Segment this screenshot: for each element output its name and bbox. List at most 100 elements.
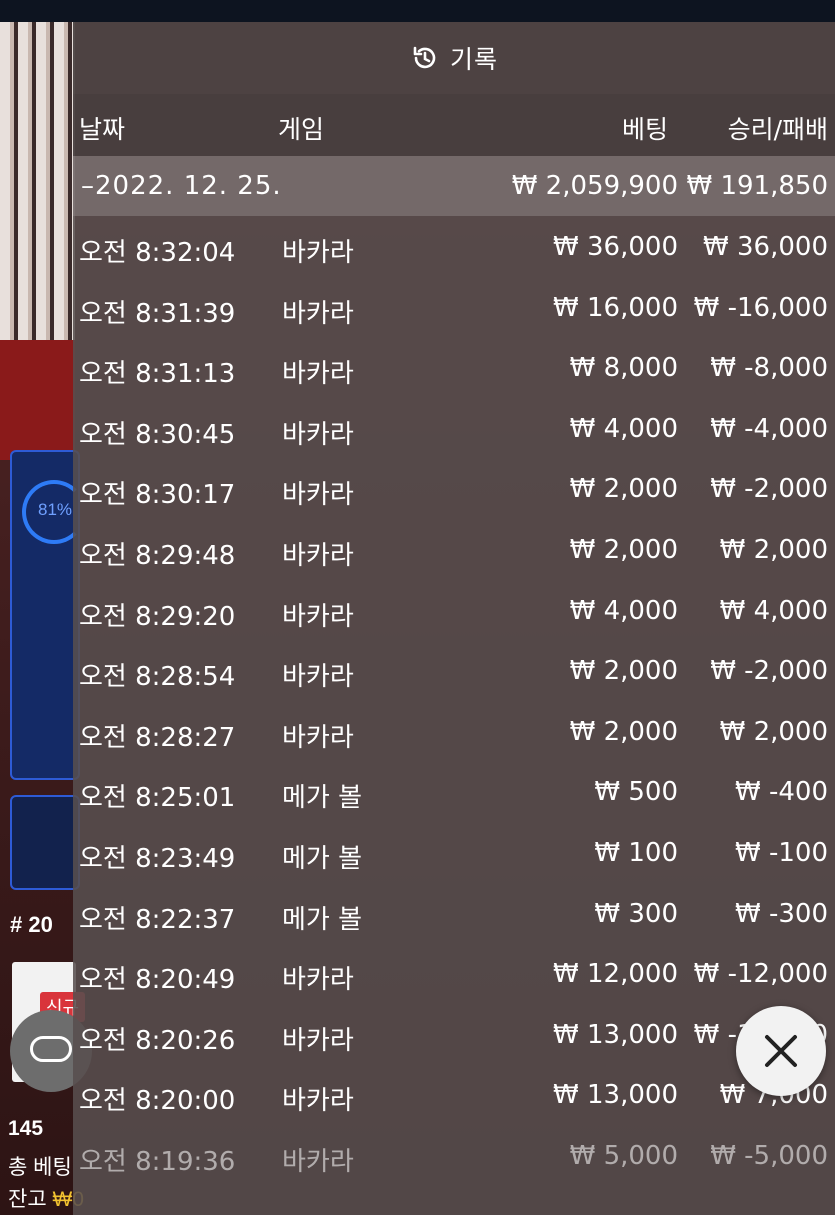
row-game: 메가 볼 (282, 783, 363, 814)
row-game: 바카라 (282, 1146, 354, 1177)
history-row[interactable]: 오전 8:20:00 바카라 ₩ 13,000 ₩ 7,000 (73, 1068, 835, 1129)
studio-curtain (0, 22, 75, 342)
column-bet: 베팅 (621, 115, 668, 144)
history-row[interactable]: 오전 8:32:04 바카라 ₩ 36,000 ₩ 36,000 (73, 220, 835, 281)
row-game: 바카라 (282, 722, 354, 753)
row-win-loss: ₩ -100 (735, 837, 828, 868)
row-win-loss: ₩ -4,000 (710, 413, 828, 444)
history-panel: 기록 날짜 게임 베팅 승리/패배 –2022. 12. 25. ₩ 2,059… (73, 22, 835, 1215)
row-time: 오전 8:23:49 (79, 843, 236, 874)
history-row[interactable]: 오전 8:25:01 메가 볼 ₩ 500 ₩ -400 (73, 765, 835, 826)
history-row[interactable]: 오전 8:29:20 바카라 ₩ 4,000 ₩ 4,000 (73, 584, 835, 645)
row-time: 오전 8:30:45 (79, 419, 236, 450)
row-time: 오전 8:20:26 (79, 1025, 236, 1056)
history-row[interactable]: 오전 8:20:49 바카라 ₩ 12,000 ₩ -12,000 (73, 947, 835, 1008)
panel-title: 기록 (449, 45, 498, 74)
row-game: 바카라 (282, 540, 354, 571)
row-game: 바카라 (282, 298, 354, 329)
row-win-loss: ₩ 36,000 (703, 232, 828, 262)
history-row[interactable]: 오전 8:28:27 바카라 ₩ 2,000 ₩ 2,000 (73, 705, 835, 766)
history-row[interactable]: 오전 8:22:37 메가 볼 ₩ 300 ₩ -300 (73, 887, 835, 948)
date-group-row[interactable]: –2022. 12. 25. ₩ 2,059,900 ₩ 191,850 (73, 156, 835, 216)
row-time: 오전 8:22:37 (79, 904, 236, 935)
bet-panel-secondary[interactable] (10, 795, 80, 890)
player-count: 145 (8, 1117, 44, 1140)
row-win-loss: ₩ 4,000 (719, 595, 828, 626)
timer-percent: 81% (38, 500, 73, 519)
row-time: 오전 8:31:13 (79, 359, 236, 390)
history-icon (410, 43, 440, 73)
column-header: 날짜 게임 베팅 승리/패배 (73, 94, 835, 156)
row-bet: ₩ 2,000 (569, 716, 678, 747)
balance-label: 잔고 (8, 1188, 47, 1211)
history-row[interactable]: 오전 8:23:49 메가 볼 ₩ 100 ₩ -100 (73, 826, 835, 887)
row-win-loss: ₩ 2,000 (719, 534, 828, 565)
history-row[interactable]: 오전 8:19:36 바카라 ₩ 5,000 ₩ -5,000 (73, 1129, 835, 1190)
row-win-loss: ₩ -300 (735, 898, 828, 929)
row-game: 바카라 (282, 965, 354, 996)
history-row[interactable]: 오전 8:31:13 바카라 ₩ 8,000 ₩ -8,000 (73, 341, 835, 402)
row-game: 바카라 (282, 662, 354, 693)
row-game: 바카라 (282, 601, 354, 632)
row-bet: ₩ 2,000 (569, 534, 678, 565)
row-time: 오전 8:31:39 (79, 298, 236, 329)
table-number: # 20 (10, 912, 53, 937)
row-time: 오전 8:19:36 (79, 1146, 236, 1177)
row-time: 오전 8:30:17 (79, 480, 236, 511)
row-bet: ₩ 13,000 (553, 1080, 678, 1111)
row-bet: ₩ 13,000 (553, 1019, 678, 1050)
row-bet: ₩ 500 (594, 777, 678, 808)
history-row[interactable]: 오전 8:30:45 바카라 ₩ 4,000 ₩ -4,000 (73, 402, 835, 463)
row-bet: ₩ 300 (594, 898, 678, 929)
row-game: 바카라 (282, 1025, 354, 1056)
row-win-loss: ₩ 2,000 (719, 716, 828, 747)
row-win-loss: ₩ -16,000 (693, 292, 828, 323)
history-list: 오전 8:32:04 바카라 ₩ 36,000 ₩ 36,000 오전 8:31:39 바… (73, 220, 835, 1190)
row-win-loss: ₩ -8,000 (710, 353, 828, 384)
column-date: 날짜 (79, 115, 126, 144)
row-win-loss: ₩ -2,000 (710, 656, 828, 687)
row-game: 바카라 (282, 238, 354, 268)
row-win-loss: ₩ -12,000 (693, 959, 828, 990)
close-button[interactable] (736, 1006, 826, 1096)
status-bar (0, 0, 835, 22)
date-group-bet-total: ₩ 2,059,900 (511, 171, 678, 201)
game-table (0, 340, 75, 460)
close-icon (765, 1035, 797, 1067)
row-game: 바카라 (282, 359, 354, 390)
row-bet: ₩ 100 (594, 837, 678, 868)
row-time: 오전 8:29:20 (79, 601, 236, 632)
row-game: 바카라 (282, 419, 354, 450)
row-time: 오전 8:20:00 (79, 1086, 236, 1117)
row-win-loss: ₩ -400 (735, 777, 828, 808)
row-game: 바카라 (282, 480, 354, 511)
total-bet-label: 총 베팅 (8, 1156, 72, 1179)
row-game: 메가 볼 (282, 843, 363, 874)
row-time: 오전 8:25:01 (79, 783, 236, 814)
date-group-win-loss-total: ₩ 191,850 (686, 171, 829, 201)
date-group-label: –2022. 12. 25. (81, 171, 282, 201)
row-bet: ₩ 8,000 (569, 353, 678, 384)
row-time: 오전 8:28:54 (79, 662, 236, 693)
row-bet: ₩ 4,000 (569, 413, 678, 444)
row-bet: ₩ 36,000 (553, 232, 678, 262)
history-row[interactable]: 오전 8:29:48 바카라 ₩ 2,000 ₩ 2,000 (73, 523, 835, 584)
history-row[interactable]: 오전 8:30:17 바카라 ₩ 2,000 ₩ -2,000 (73, 462, 835, 523)
row-bet: ₩ 2,000 (569, 474, 678, 505)
row-win-loss: ₩ -2,000 (710, 474, 828, 505)
column-win-loss: 승리/패배 (727, 115, 828, 144)
history-row[interactable]: 오전 8:31:39 바카라 ₩ 16,000 ₩ -16,000 (73, 281, 835, 342)
row-time: 오전 8:20:49 (79, 965, 236, 996)
row-game: 메가 볼 (282, 904, 363, 935)
row-bet: ₩ 4,000 (569, 595, 678, 626)
row-time: 오전 8:28:27 (79, 722, 236, 753)
panel-header: 기록 (73, 22, 835, 94)
row-bet: ₩ 5,000 (569, 1140, 678, 1171)
row-bet: ₩ 16,000 (553, 292, 678, 323)
history-row[interactable]: 오전 8:20:26바카라₩ 13,000₩ -13,000 (73, 1008, 835, 1069)
row-win-loss: ₩ -5,000 (710, 1140, 828, 1171)
row-bet: ₩ 2,000 (569, 656, 678, 687)
row-game: 바카라 (282, 1086, 354, 1117)
row-time: 오전 8:29:48 (79, 540, 236, 571)
history-row[interactable]: 오전 8:28:54 바카라 ₩ 2,000 ₩ -2,000 (73, 644, 835, 705)
